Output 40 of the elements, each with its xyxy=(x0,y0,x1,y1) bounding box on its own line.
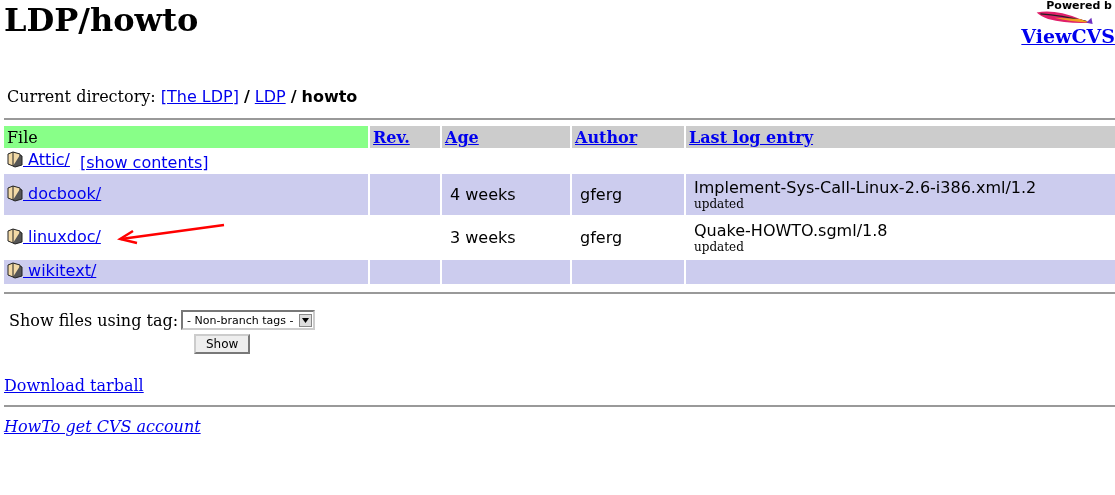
download-link[interactable]: Download tarball xyxy=(4,376,144,395)
breadcrumb-separator: / xyxy=(290,86,297,108)
breadcrumb-current: howto xyxy=(301,86,358,108)
folder-icon xyxy=(7,227,23,245)
viewcvs-link[interactable]: ViewCVS xyxy=(1021,25,1115,47)
column-sort-link[interactable]: Author xyxy=(575,127,638,147)
column-header[interactable]: Rev. xyxy=(370,126,440,148)
folder-link[interactable]: wikitext/ xyxy=(23,261,97,280)
cvs-account-link[interactable]: HowTo get CVS account xyxy=(4,417,201,436)
tag-select[interactable]: - Non-branch tags - xyxy=(181,310,316,330)
show-button[interactable]: Show xyxy=(194,334,251,354)
log-note: updated xyxy=(694,240,745,254)
breadcrumb-link[interactable]: LDP xyxy=(254,86,286,108)
log-note: updated xyxy=(694,197,745,211)
show-contents-link[interactable]: [show contents] xyxy=(79,153,209,172)
folder-icon xyxy=(7,262,23,279)
tag-label: Show files using tag: xyxy=(9,310,179,330)
folder-link[interactable]: linuxdoc/ xyxy=(23,226,101,246)
folder-icon xyxy=(7,151,23,168)
breadcrumb-link[interactable]: [The LDP] xyxy=(160,86,239,108)
author-cell: gferg xyxy=(580,185,623,204)
breadcrumb-label: Current directory: xyxy=(7,86,156,108)
log-entry: Quake-HOWTO.sgml/1.8 xyxy=(694,221,889,240)
column-header: File xyxy=(4,126,368,148)
author-cell: gferg xyxy=(580,228,623,247)
folder-link[interactable]: Attic/ xyxy=(23,150,70,169)
column-sort-link[interactable]: Last log entry xyxy=(689,127,814,147)
column-sort-link[interactable]: Rev. xyxy=(373,127,410,147)
log-entry: Implement-Sys-Call-Linux-2.6-i386.xml/1.2 xyxy=(694,178,1038,197)
folder-icon xyxy=(7,184,23,202)
logo-text: Powered b xyxy=(1046,0,1112,11)
column-header[interactable]: Author xyxy=(572,126,684,148)
breadcrumb-separator: / xyxy=(243,86,250,108)
column-header[interactable]: Last log entry xyxy=(686,126,1115,148)
page-title: LDP/howto xyxy=(4,0,199,41)
age-cell: 4 weeks xyxy=(450,185,516,204)
column-header[interactable]: Age xyxy=(442,126,570,148)
age-cell: 3 weeks xyxy=(450,228,516,247)
column-sort-link[interactable]: Age xyxy=(445,127,479,147)
folder-link[interactable]: docbook/ xyxy=(23,183,102,203)
